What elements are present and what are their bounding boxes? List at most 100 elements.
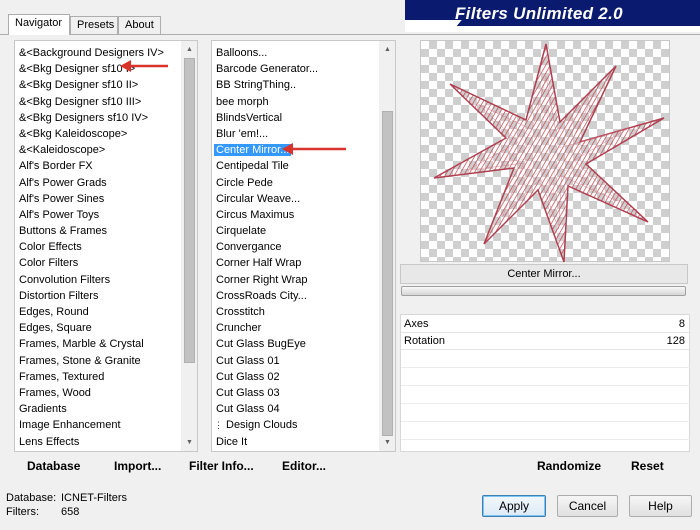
filter-item[interactable]: Blur 'em!... xyxy=(212,126,320,142)
filter-label: Design Clouds xyxy=(226,419,298,432)
filter-label: Blur 'em!... xyxy=(216,127,269,140)
editor-button[interactable]: Editor... xyxy=(282,459,326,473)
filter-label: Crosstitch xyxy=(216,306,265,318)
filter-info-button[interactable]: Filter Info... xyxy=(189,459,254,473)
category-item[interactable]: Frames, Stone & Granite xyxy=(15,353,166,369)
category-item[interactable]: &<Bkg Designers sf10 IV> xyxy=(15,110,166,126)
filter-item[interactable]: BlindsVertical xyxy=(212,110,320,126)
filter-item[interactable]: Centipedal Tile xyxy=(212,158,320,174)
category-list[interactable]: &<Background Designers IV> &<Bkg Designer… xyxy=(14,40,198,452)
tab-presets[interactable]: Presets xyxy=(70,16,118,34)
filter-scrollbar[interactable]: ▲ ▼ xyxy=(379,41,395,451)
filter-label: Barcode Generator... xyxy=(216,63,319,76)
filter-label: Convergance xyxy=(216,241,282,254)
scroll-down-icon[interactable]: ▼ xyxy=(379,434,395,451)
filter-label: Cruncher xyxy=(216,322,262,335)
category-label: Frames, Wood xyxy=(19,386,91,399)
param-rotation[interactable]: Rotation 128 xyxy=(401,333,691,350)
filter-item[interactable]: Crosstitch xyxy=(212,304,320,320)
filter-list[interactable]: Balloons... Barcode Generator... BB String… xyxy=(211,40,396,452)
filter-label: Cut Glass 01 xyxy=(216,354,280,367)
category-label: Distortion Filters xyxy=(19,289,99,302)
category-item[interactable]: Image Enhancement xyxy=(15,417,166,433)
category-label: Color Filters xyxy=(19,257,79,270)
filter-item[interactable]: Cut Glass 04 xyxy=(212,401,320,417)
filter-item[interactable]: Corner Right Wrap xyxy=(212,272,320,288)
filter-item[interactable]: Cirquelate xyxy=(212,223,320,239)
category-label: Edges, Square xyxy=(19,322,92,335)
category-item[interactable]: &<Kaleidoscope> xyxy=(15,142,166,158)
category-item[interactable]: &<Bkg Kaleidoscope> xyxy=(15,126,166,142)
category-item[interactable]: Distortion Filters xyxy=(15,288,166,304)
cancel-button[interactable]: Cancel xyxy=(557,495,618,517)
category-item[interactable]: Edges, Square xyxy=(15,320,166,336)
filter-item[interactable]: Cut Glass 02 xyxy=(212,369,320,385)
category-label: Gradients xyxy=(19,403,67,416)
param-empty-row xyxy=(401,369,691,386)
filter-item[interactable]: Balloons... xyxy=(212,45,320,61)
param-axes[interactable]: Axes 8 xyxy=(401,316,691,333)
filter-item[interactable]: Design Clouds xyxy=(212,417,320,433)
filter-item[interactable]: Convergance xyxy=(212,239,320,255)
tab-navigator[interactable]: Navigator xyxy=(8,14,70,35)
scroll-thumb[interactable] xyxy=(382,111,393,436)
category-label: Frames, Marble & Crystal xyxy=(19,338,144,351)
category-item[interactable]: Alf's Power Toys xyxy=(15,207,166,223)
scroll-up-icon[interactable]: ▲ xyxy=(379,41,395,58)
category-label: Frames, Stone & Granite xyxy=(19,354,141,367)
filter-label: BlindsVertical xyxy=(216,111,283,124)
category-label: Edges, Round xyxy=(19,306,89,318)
filter-label: bee morph xyxy=(216,95,269,108)
filter-item[interactable]: Corner Half Wrap xyxy=(212,255,320,271)
category-item[interactable]: Convolution Filters xyxy=(15,272,166,288)
param-value: 128 xyxy=(666,335,685,347)
parameter-panel[interactable]: Axes 8 Rotation 128 xyxy=(400,314,691,452)
category-item[interactable]: Alf's Power Grads xyxy=(15,175,166,191)
category-label: &<Bkg Designers sf10 IV> xyxy=(19,111,149,124)
tab-about[interactable]: About xyxy=(118,16,161,34)
filter-label: Cirquelate xyxy=(216,225,267,238)
filter-item[interactable]: bee morph xyxy=(212,94,320,110)
category-scrollbar[interactable]: ▲ ▼ xyxy=(181,41,197,451)
filter-item[interactable]: Cut Glass 03 xyxy=(212,385,320,401)
category-item[interactable]: Alf's Border FX xyxy=(15,158,166,174)
filter-item[interactable]: Cut Glass BugEye xyxy=(212,336,320,352)
category-item[interactable]: Edges, Round xyxy=(15,304,166,320)
import-button[interactable]: Import... xyxy=(114,459,161,473)
category-item[interactable]: Frames, Textured xyxy=(15,369,166,385)
category-item[interactable]: Color Effects xyxy=(15,239,166,255)
filter-item[interactable]: Circular Weave... xyxy=(212,191,320,207)
category-item[interactable]: Alf's Power Sines xyxy=(15,191,166,207)
filter-item[interactable]: Cut Glass 01 xyxy=(212,353,320,369)
filter-item[interactable]: Barcode Generator... xyxy=(212,61,320,77)
filter-item[interactable]: CrossRoads City... xyxy=(212,288,320,304)
banner-title: Filters Unlimited 2.0 xyxy=(455,4,623,23)
apply-button[interactable]: Apply xyxy=(482,495,546,517)
filter-item[interactable]: Circle Pede xyxy=(212,175,320,191)
randomize-button[interactable]: Randomize xyxy=(537,459,601,473)
filter-label: Cut Glass 02 xyxy=(216,370,280,383)
category-item[interactable]: Gradients xyxy=(15,401,166,417)
scroll-up-icon[interactable]: ▲ xyxy=(181,41,197,58)
filter-item[interactable]: BB StringThing.. xyxy=(212,77,320,93)
category-item[interactable]: Color Filters xyxy=(15,255,166,271)
category-label: Buttons & Frames xyxy=(19,225,108,238)
category-label: Lens Effects xyxy=(19,435,80,448)
filters-status-value: 658 xyxy=(61,506,80,518)
category-item[interactable]: Frames, Marble & Crystal xyxy=(15,336,166,352)
help-button[interactable]: Help xyxy=(629,495,692,517)
reset-button[interactable]: Reset xyxy=(631,459,664,473)
category-item[interactable]: Buttons & Frames xyxy=(15,223,166,239)
filter-label: Cut Glass 04 xyxy=(216,403,280,416)
filter-item[interactable]: Circus Maximus xyxy=(212,207,320,223)
category-item[interactable]: &<Bkg Designer sf10 III> xyxy=(15,94,166,110)
category-item[interactable]: Lens Effects xyxy=(15,434,166,450)
scroll-down-icon[interactable]: ▼ xyxy=(181,434,197,451)
scroll-thumb[interactable] xyxy=(184,58,195,363)
category-item[interactable]: &<Bkg Designer sf10 II> xyxy=(15,77,166,93)
database-button[interactable]: Database xyxy=(27,459,80,473)
filters-status: Filters: 658 xyxy=(6,506,79,518)
filter-item[interactable]: Cruncher xyxy=(212,320,320,336)
category-item[interactable]: Frames, Wood xyxy=(15,385,166,401)
filter-item[interactable]: Dice It xyxy=(212,434,320,450)
